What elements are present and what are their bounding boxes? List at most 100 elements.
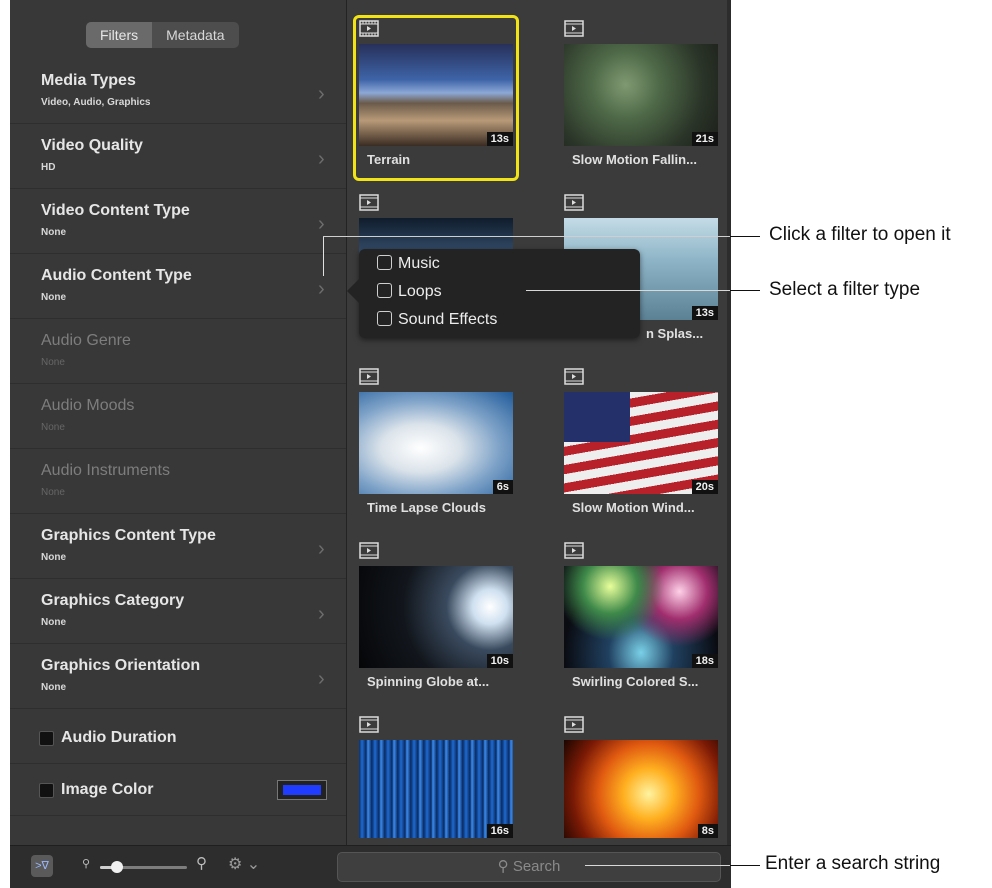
grid-item[interactable]: 20s Slow Motion Wind... <box>564 368 718 520</box>
audio-duration-label: Audio Duration <box>61 729 177 746</box>
filter-audio-genre: Audio Genre None <box>10 319 346 384</box>
flag-canton <box>564 392 630 442</box>
chevron-right-icon: › <box>318 213 325 235</box>
filter-title: Video Content Type <box>41 202 190 219</box>
option-label: Music <box>398 255 440 272</box>
color-swatch <box>283 785 321 795</box>
filter-value: None <box>41 552 66 563</box>
duration-badge: 21s <box>691 132 718 146</box>
film-icon <box>564 716 584 733</box>
grid-item[interactable]: 16s <box>359 716 513 838</box>
option-sound-effects[interactable]: Sound Effects <box>377 311 497 329</box>
filter-title: Media Types <box>41 72 136 89</box>
audio-duration-checkbox[interactable] <box>39 731 54 746</box>
film-icon <box>359 716 379 733</box>
filter-media-types[interactable]: Media Types Video, Audio, Graphics › <box>10 59 346 124</box>
option-loops[interactable]: Loops <box>377 283 442 301</box>
audio-duration-row: Audio Duration <box>10 712 346 764</box>
checkbox[interactable] <box>377 311 392 326</box>
film-icon <box>359 542 379 559</box>
thumbnail-image: 6s <box>359 392 513 494</box>
image-color-checkbox[interactable] <box>39 783 54 798</box>
zoom-out-icon[interactable]: ⚲ <box>82 857 90 870</box>
thumbnail-image: 8s <box>564 740 718 838</box>
filter-title: Video Quality <box>41 137 143 154</box>
chevron-right-icon: › <box>318 538 325 560</box>
grid-item[interactable]: 8s <box>564 716 718 838</box>
callout-leader <box>526 290 760 291</box>
filter-video-content-type[interactable]: Video Content Type None › <box>10 189 346 254</box>
film-icon <box>564 20 584 37</box>
chevron-right-icon: › <box>318 83 325 105</box>
grid-item[interactable]: 21s Slow Motion Fallin... <box>564 20 718 172</box>
selection-highlight <box>353 15 519 181</box>
filter-audio-moods: Audio Moods None <box>10 384 346 449</box>
image-color-label: Image Color <box>61 781 154 798</box>
filter-value: None <box>41 682 66 693</box>
tab-metadata[interactable]: Metadata <box>152 22 238 48</box>
option-label: Loops <box>398 283 442 300</box>
filter-value: None <box>41 227 66 238</box>
filter-value: None <box>41 357 65 368</box>
film-icon <box>564 542 584 559</box>
scrollbar-track[interactable] <box>727 0 731 845</box>
sidebar-tabs: Filters Metadata <box>86 22 239 48</box>
callout-leader <box>730 290 760 291</box>
checkbox[interactable] <box>377 283 392 298</box>
filter-audio-content-type[interactable]: Audio Content Type None › <box>10 254 346 319</box>
thumbnail-image: 20s <box>564 392 718 494</box>
filter-title: Audio Content Type <box>41 267 192 284</box>
filter-value: Video, Audio, Graphics <box>41 97 151 108</box>
filter-title: Audio Genre <box>41 332 131 349</box>
image-color-well[interactable] <box>277 780 327 800</box>
clip-title: n Splas... <box>646 326 704 341</box>
filter-title: Graphics Content Type <box>41 527 216 544</box>
checkbox[interactable] <box>377 255 392 270</box>
thumbnail-image: 10s <box>359 566 513 668</box>
clip-title: Slow Motion Fallin... <box>572 152 697 167</box>
filter-graphics-category[interactable]: Graphics Category None › <box>10 579 346 644</box>
chevron-right-icon: › <box>318 278 325 300</box>
duration-badge: 18s <box>691 654 718 668</box>
callout-type: Select a filter type <box>769 279 921 300</box>
clip-title: Swirling Colored S... <box>572 674 699 689</box>
callout-leader <box>323 236 760 237</box>
callout-search: Enter a search string <box>765 853 941 874</box>
filter-title: Audio Moods <box>41 397 135 414</box>
film-icon <box>564 194 584 211</box>
duration-badge: 20s <box>691 480 718 494</box>
clip-title: Time Lapse Clouds <box>367 500 486 515</box>
grid-item[interactable]: 18s Swirling Colored S... <box>564 542 718 694</box>
chevron-right-icon: › <box>318 668 325 690</box>
filter-value: HD <box>41 162 56 173</box>
grid-item[interactable]: 6s Time Lapse Clouds <box>359 368 513 520</box>
search-placeholder: Search <box>512 858 561 875</box>
filter-toggle-button[interactable]: >∇ <box>31 855 53 877</box>
filter-title: Graphics Category <box>41 592 185 609</box>
grid-item[interactable]: 10s Spinning Globe at... <box>359 542 513 694</box>
tab-filters[interactable]: Filters <box>86 22 153 48</box>
gear-icon[interactable]: ⚙ ⌄ <box>228 854 260 874</box>
callout-leader <box>730 236 760 237</box>
duration-badge: 6s <box>492 480 513 494</box>
film-icon <box>359 194 379 211</box>
clip-title: Spinning Globe at... <box>367 674 490 689</box>
zoom-in-icon[interactable]: ⚲ <box>196 854 207 872</box>
filter-audio-instruments: Audio Instruments None <box>10 449 346 514</box>
filter-graphics-content-type[interactable]: Graphics Content Type None › <box>10 514 346 579</box>
thumbnail-image: 16s <box>359 740 513 838</box>
filter-title: Graphics Orientation <box>41 657 201 674</box>
duration-badge: 8s <box>697 824 718 838</box>
clip-title: Slow Motion Wind... <box>572 500 695 515</box>
film-icon <box>564 368 584 385</box>
thumbnail-size-slider[interactable] <box>100 861 187 873</box>
filter-graphics-orientation[interactable]: Graphics Orientation None › <box>10 644 346 709</box>
bottom-toolbar: >∇ ⚲ ⚲ ⚙ ⌄ ⚲ Search <box>10 845 731 888</box>
slider-knob[interactable] <box>111 861 124 873</box>
option-label: Sound Effects <box>398 311 498 328</box>
search-field[interactable]: ⚲ Search <box>337 852 721 882</box>
chevron-right-icon: › <box>318 148 325 170</box>
filter-video-quality[interactable]: Video Quality HD › <box>10 124 346 189</box>
callout-filter: Click a filter to open it <box>769 224 951 245</box>
option-music[interactable]: Music <box>377 255 440 273</box>
